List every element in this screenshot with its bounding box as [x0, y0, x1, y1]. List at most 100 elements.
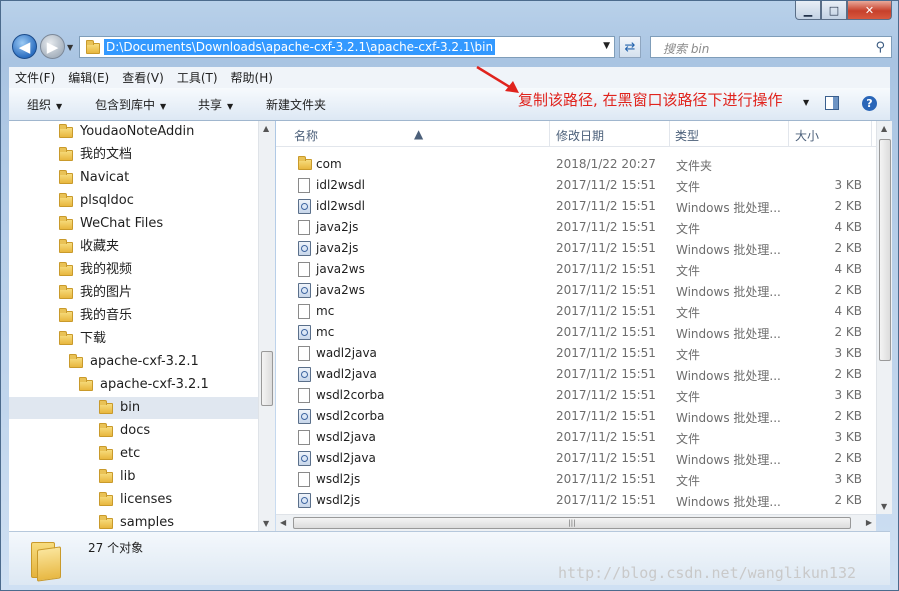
column-date[interactable]: 修改日期 [556, 127, 604, 144]
minimize-button[interactable]: ▁ [795, 1, 821, 20]
horizontal-scroll-thumb[interactable]: ||| [293, 517, 851, 529]
column-name[interactable]: 名称 [294, 127, 318, 144]
address-bar[interactable]: D:\Documents\Downloads\apache-cxf-3.2.1\… [79, 36, 615, 58]
file-row[interactable]: com 2018/1/22 20:27 文件夹 [276, 154, 876, 175]
nav-item[interactable]: bin [9, 397, 258, 419]
file-row[interactable]: wsdl2corba 2017/11/2 15:51 文件 3 KB [276, 385, 876, 406]
file-row[interactable]: java2js 2017/11/2 15:51 文件 4 KB [276, 217, 876, 238]
back-button[interactable]: ◀ [12, 34, 37, 59]
nav-item[interactable]: 我的图片 [59, 282, 132, 304]
file-row[interactable]: wsdl2corba 2017/11/2 15:51 Windows 批处理... 2… [276, 406, 876, 427]
scroll-up-icon[interactable]: ▲ [881, 124, 887, 133]
nav-item-label: samples [120, 515, 175, 530]
file-row[interactable]: wadl2java 2017/11/2 15:51 Windows 批处理... 2 … [276, 364, 876, 385]
file-name: java2ws [316, 262, 365, 276]
nav-item[interactable]: 我的音乐 [59, 305, 132, 327]
view-options-dropdown[interactable]: ▼ [803, 98, 809, 107]
nav-item[interactable]: 下载 [59, 328, 106, 350]
scroll-left-icon[interactable]: ◀ [280, 518, 286, 527]
file-scroll-thumb[interactable] [879, 139, 891, 361]
include-library-button[interactable]: 包含到库中 ▼ [95, 96, 166, 113]
nav-item[interactable]: 我的文档 [59, 144, 132, 166]
folder-icon [29, 542, 61, 582]
file-list: ▲ 名称 修改日期 类型 大小 com 2018/1/22 20:27 文件夹 idl… [276, 121, 876, 514]
file-row[interactable]: mc 2017/11/2 15:51 文件 4 KB [276, 301, 876, 322]
nav-item[interactable]: apache-cxf-3.2.1 [79, 374, 209, 396]
menu-edit[interactable]: 编辑(E) [68, 69, 109, 86]
file-date: 2017/11/2 15:51 [556, 472, 656, 486]
file-size: 2 KB [834, 199, 862, 213]
batch-file-icon [298, 283, 311, 298]
menu-view[interactable]: 查看(V) [122, 69, 164, 86]
file-date: 2017/11/2 15:51 [556, 241, 656, 255]
address-path[interactable]: D:\Documents\Downloads\apache-cxf-3.2.1\… [104, 39, 496, 55]
file-type: 文件 [676, 474, 701, 488]
file-row[interactable]: java2ws 2017/11/2 15:51 Windows 批处理... 2 KB [276, 280, 876, 301]
nav-item[interactable]: 收藏夹 [59, 236, 119, 258]
file-row[interactable]: wadl2java 2017/11/2 15:51 文件 3 KB [276, 343, 876, 364]
horizontal-scrollbar[interactable]: ◀ ||| ▶ [276, 514, 876, 531]
menu-tools[interactable]: 工具(T) [177, 69, 218, 86]
search-icon[interactable]: ⚲ [875, 40, 885, 55]
nav-item[interactable]: plsqldoc [59, 190, 134, 212]
file-type: Windows 批处理... [676, 369, 781, 383]
nav-item[interactable]: WeChat Files [59, 213, 163, 235]
recent-pages-dropdown[interactable]: ▼ [67, 43, 73, 52]
menu-file[interactable]: 文件(F) [15, 69, 55, 86]
file-type: Windows 批处理... [676, 495, 781, 509]
close-button[interactable]: ✕ [847, 1, 892, 20]
file-row[interactable]: wsdl2js 2017/11/2 15:51 文件 3 KB [276, 469, 876, 490]
nav-item[interactable]: apache-cxf-3.2.1 [69, 351, 199, 373]
file-row[interactable]: idl2wsdl 2017/11/2 15:51 文件 3 KB [276, 175, 876, 196]
file-row[interactable]: java2ws 2017/11/2 15:51 文件 4 KB [276, 259, 876, 280]
nav-item[interactable]: 我的视频 [59, 259, 132, 281]
nav-item[interactable]: Navicat [59, 167, 129, 189]
forward-arrow-icon: ▶ [46, 37, 59, 56]
organize-button[interactable]: 组织 ▼ [27, 96, 62, 113]
sort-ascending-icon: ▲ [414, 127, 424, 141]
nav-item[interactable]: docs [99, 420, 150, 442]
file-date: 2017/11/2 15:51 [556, 178, 656, 192]
nav-item[interactable]: lib [99, 466, 135, 488]
scroll-right-icon[interactable]: ▶ [866, 518, 872, 527]
forward-button[interactable]: ▶ [40, 34, 65, 59]
file-date: 2017/11/2 15:51 [556, 325, 656, 339]
nav-scroll-thumb[interactable] [261, 351, 273, 406]
scroll-down-icon[interactable]: ▼ [263, 519, 269, 528]
file-list-scrollbar[interactable]: ▲ ▼ [876, 121, 892, 514]
help-icon[interactable]: ? [862, 96, 877, 111]
file-date: 2017/11/2 15:51 [556, 493, 656, 507]
nav-item-label: apache-cxf-3.2.1 [100, 377, 209, 392]
nav-item[interactable]: etc [99, 443, 140, 465]
file-name: wsdl2corba [316, 409, 385, 423]
menu-help[interactable]: 帮助(H) [231, 69, 273, 86]
file-name: mc [316, 304, 335, 318]
column-size[interactable]: 大小 [795, 127, 819, 144]
share-button[interactable]: 共享 ▼ [198, 96, 233, 113]
address-dropdown-icon[interactable]: ▼ [603, 41, 610, 51]
menu-bar: 文件(F) 编辑(E) 查看(V) 工具(T) 帮助(H) [9, 67, 890, 88]
file-icon [298, 346, 310, 361]
new-folder-button[interactable]: 新建文件夹 [266, 96, 326, 113]
search-box[interactable]: 搜索 bin ⚲ [650, 36, 892, 58]
nav-item[interactable]: licenses [99, 489, 172, 511]
maximize-button[interactable]: □ [821, 1, 847, 20]
scroll-up-icon[interactable]: ▲ [263, 124, 269, 133]
preview-pane-icon[interactable] [825, 96, 839, 110]
file-row[interactable]: java2js 2017/11/2 15:51 Windows 批处理... 2 KB [276, 238, 876, 259]
nav-item[interactable]: samples [99, 512, 174, 531]
column-type[interactable]: 类型 [675, 127, 699, 144]
file-name: wadl2java [316, 367, 377, 381]
file-icon [298, 220, 310, 235]
folder-icon [59, 192, 73, 207]
file-row[interactable]: wsdl2java 2017/11/2 15:51 Windows 批处理... 2 … [276, 448, 876, 469]
file-row[interactable]: wsdl2java 2017/11/2 15:51 文件 3 KB [276, 427, 876, 448]
nav-scrollbar[interactable]: ▲ ▼ [258, 121, 275, 531]
file-row[interactable]: mc 2017/11/2 15:51 Windows 批处理... 2 KB [276, 322, 876, 343]
file-row[interactable]: wsdl2js 2017/11/2 15:51 Windows 批处理... 2 KB [276, 490, 876, 511]
refresh-button[interactable]: ⇄ [619, 36, 641, 58]
scroll-down-icon[interactable]: ▼ [881, 502, 887, 511]
nav-item[interactable]: YoudaoNoteAddin [59, 121, 194, 143]
file-row[interactable]: idl2wsdl 2017/11/2 15:51 Windows 批处理... 2 K… [276, 196, 876, 217]
nav-item-label: 下载 [80, 331, 107, 346]
